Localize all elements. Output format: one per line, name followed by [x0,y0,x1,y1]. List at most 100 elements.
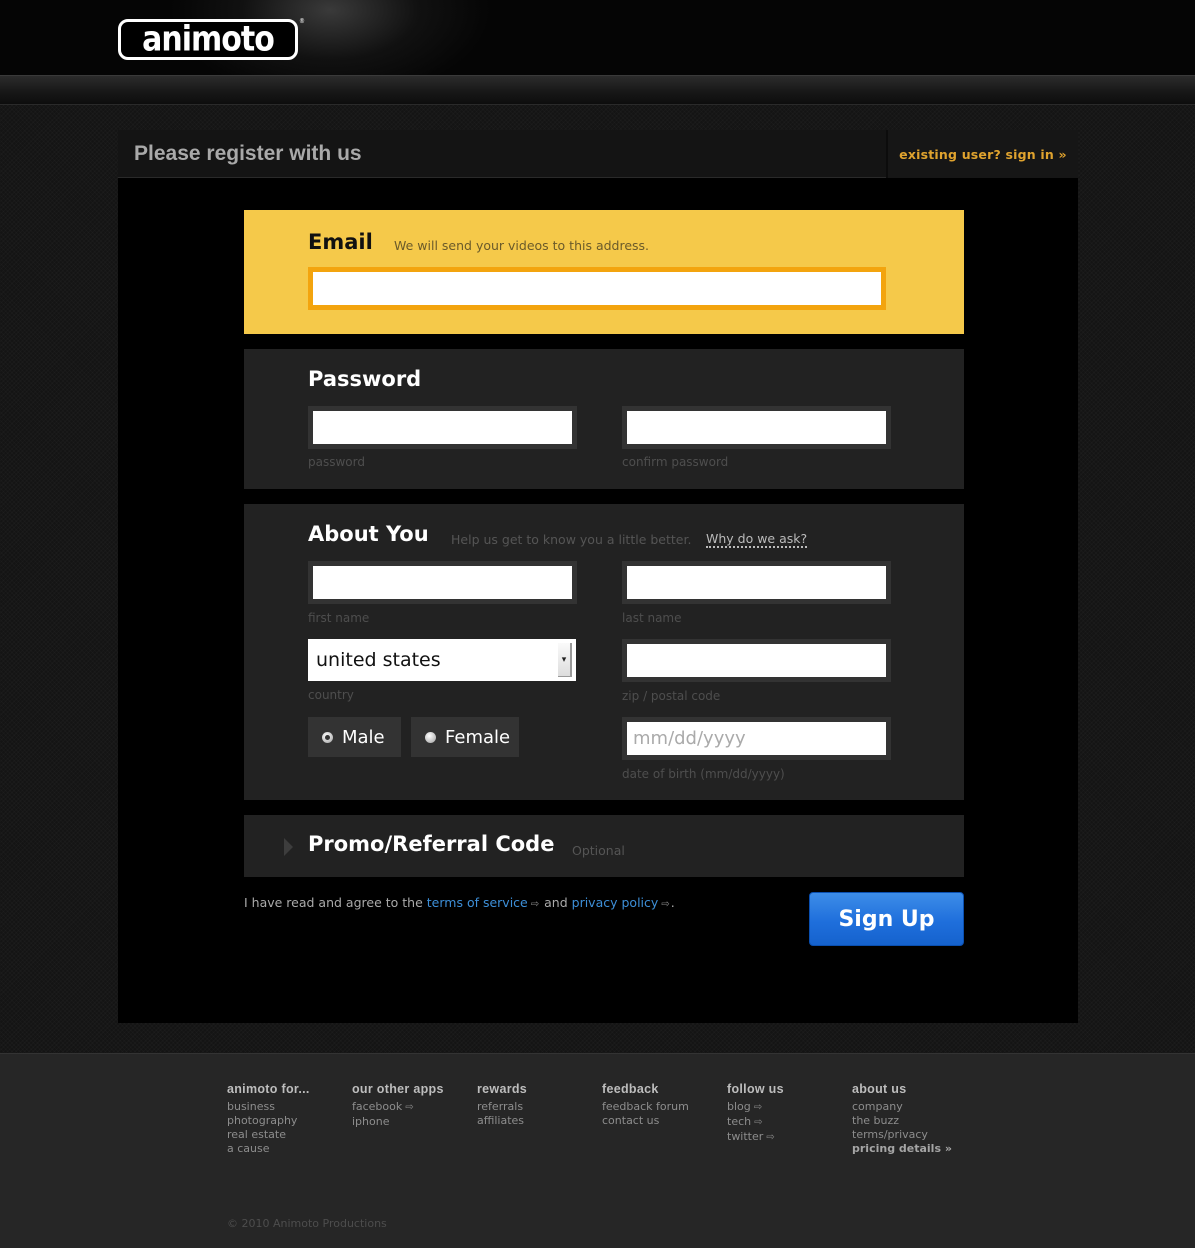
footer-link[interactable]: blog ⇨ [727,1100,784,1115]
footer-link[interactable]: terms/privacy [852,1128,952,1142]
footer-link-label: a cause [227,1142,270,1155]
first-name-label: first name [308,611,370,625]
footer-link[interactable]: business [227,1100,310,1114]
radio-unchecked-icon [425,731,436,743]
zip-label: zip / postal code [622,689,721,703]
password-title: Password [308,367,422,391]
footer-link[interactable]: facebook ⇨ [352,1100,444,1115]
last-name-label: last name [622,611,682,625]
footer-link-label: facebook [352,1100,403,1113]
footer-link[interactable]: pricing details » [852,1142,952,1156]
promo-optional: Optional [572,843,625,858]
password-label: password [308,455,365,469]
email-input[interactable] [308,267,886,310]
copyright: © 2010 Animoto Productions [227,1217,387,1230]
footer-heading: about us [852,1082,907,1096]
footer-heading: follow us [727,1082,784,1096]
dropdown-arrow-icon[interactable]: ▾ [558,643,572,677]
email-section: Email We will send your videos to this a… [244,210,964,334]
footer-link[interactable]: photography [227,1114,310,1128]
footer-heading: our other apps [352,1082,444,1096]
footer-link-label: feedback forum [602,1100,689,1113]
footer-column: rewards referrals affiliates [477,1082,527,1128]
email-title: Email [308,230,373,254]
gender-radio-female[interactable]: Female [411,717,519,757]
animoto-logo[interactable]: animoto ® [118,18,305,60]
footer-link-label: referrals [477,1100,524,1113]
confirm-password-input[interactable] [627,411,886,444]
country-select[interactable]: united states ▾ [308,639,576,681]
footer-link[interactable]: company [852,1100,952,1114]
footer-column: our other apps facebook ⇨ iphone [352,1082,444,1129]
gender-radio-male[interactable]: Male [308,717,401,757]
page-title: Please register with us [134,142,362,165]
radio-checked-icon [322,731,333,743]
external-link-icon: ⇨ [753,1102,763,1113]
country-label: country [308,688,354,702]
promo-title[interactable]: Promo/Referral Code [308,832,554,856]
footer-link-label: pricing details » [852,1142,952,1155]
footer-link[interactable]: a cause [227,1142,310,1156]
footer-link[interactable]: twitter ⇨ [727,1130,784,1145]
external-link-icon: ⇨ [766,1132,775,1143]
agreement-prefix: I have read and agree to the [244,895,423,910]
confirm-password-label: confirm password [622,455,729,469]
footer-heading: rewards [477,1082,528,1096]
footer-link[interactable]: referrals [477,1100,527,1114]
registration-panel: Please register with us existing user? s… [118,130,1078,1023]
date-of-birth-input[interactable] [627,722,886,755]
footer-link[interactable]: iphone [352,1115,444,1129]
last-name-input[interactable] [627,566,886,599]
external-link-icon: ⇨ [754,1117,763,1128]
footer-link[interactable]: tech ⇨ [727,1115,784,1130]
terms-of-service-link[interactable]: terms of service [427,895,528,910]
male-label: Male [342,726,385,748]
why-do-we-ask-link[interactable]: Why do we ask? [706,532,808,548]
footer-column: animoto for... business photography real es… [227,1082,310,1156]
footer-link[interactable]: feedback forum [602,1100,689,1114]
external-link-icon: ⇨ [405,1102,414,1113]
last-name-field-wrap [622,561,891,604]
footer-link-label: photography [227,1114,298,1127]
external-link-icon: ⇨ [661,899,670,910]
sign-up-button[interactable]: Sign Up [809,892,964,946]
footer-link[interactable]: affiliates [477,1114,527,1128]
agreement-text: I have read and agree to the terms of se… [244,895,675,910]
site-footer: animoto for... business photography real es… [0,1053,1195,1248]
footer-column: follow us blog ⇨ tech ⇨ twitter ⇨ [727,1082,784,1145]
agreement-suffix: . [670,895,675,910]
agreement-middle: and [544,895,568,910]
password-field-wrap [308,406,577,449]
expand-arrow-icon[interactable] [284,838,293,856]
about-hint: Help us get to know you a little better. [451,532,692,547]
footer-link[interactable]: real estate [227,1128,310,1142]
confirm-password-field-wrap [622,406,891,449]
footer-link[interactable]: the buzz [852,1114,952,1128]
nav-strip [0,75,1195,105]
footer-link-label: business [227,1100,275,1113]
dob-label: date of birth (mm/dd/yyyy) [622,767,785,781]
sign-in-link[interactable]: existing user? sign in » [886,130,1078,178]
about-you-section: About You Help us get to know you a litt… [244,504,964,800]
footer-link-label: contact us [602,1114,660,1127]
privacy-policy-link[interactable]: privacy policy [572,895,659,910]
panel-header: Please register with us existing user? s… [118,130,1078,178]
password-section: Password password confirm password [244,349,964,489]
footer-link[interactable]: contact us [602,1114,689,1128]
password-input[interactable] [313,411,572,444]
zip-field-wrap [622,639,891,682]
footer-column: feedback feedback forum contact us [602,1082,689,1128]
footer-link-label: twitter [727,1130,764,1143]
promo-section[interactable]: Promo/Referral Code Optional [244,815,964,877]
footer-link-label: terms/privacy [852,1128,928,1141]
logo-text: animoto [142,18,275,60]
footer-link-label: tech [727,1115,752,1128]
external-link-icon: ⇨ [530,899,540,910]
zip-input[interactable] [627,644,886,677]
first-name-field-wrap [308,561,577,604]
about-title: About You [308,522,429,546]
dob-field-wrap [622,717,891,760]
footer-heading: animoto for... [227,1082,310,1096]
first-name-input[interactable] [313,566,572,599]
registered-mark: ® [299,17,305,26]
